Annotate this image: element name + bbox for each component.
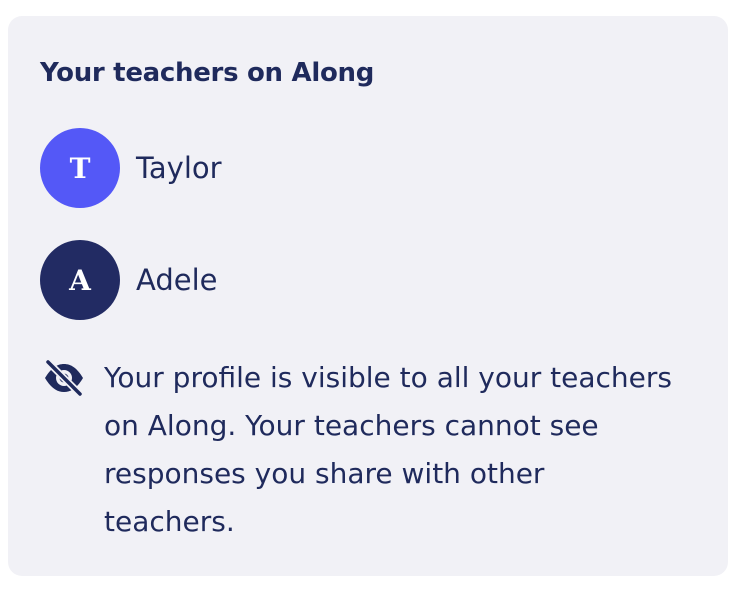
card-title: Your teachers on Along	[40, 58, 375, 88]
teacher-name: Taylor	[136, 151, 222, 185]
teacher-item-taylor: T Taylor	[40, 128, 222, 208]
avatar: T	[40, 128, 120, 208]
privacy-notice-text: Your profile is visible to all your teac…	[104, 361, 672, 538]
teacher-item-adele: A Adele	[40, 240, 217, 320]
teacher-name: Adele	[136, 263, 218, 297]
teachers-card: Your teachers on Along T Taylor A Adele …	[8, 16, 728, 576]
avatar: A	[40, 240, 120, 320]
avatar-initial: T	[69, 151, 91, 185]
avatar-initial: A	[69, 263, 91, 297]
eye-slash-icon	[42, 358, 86, 398]
